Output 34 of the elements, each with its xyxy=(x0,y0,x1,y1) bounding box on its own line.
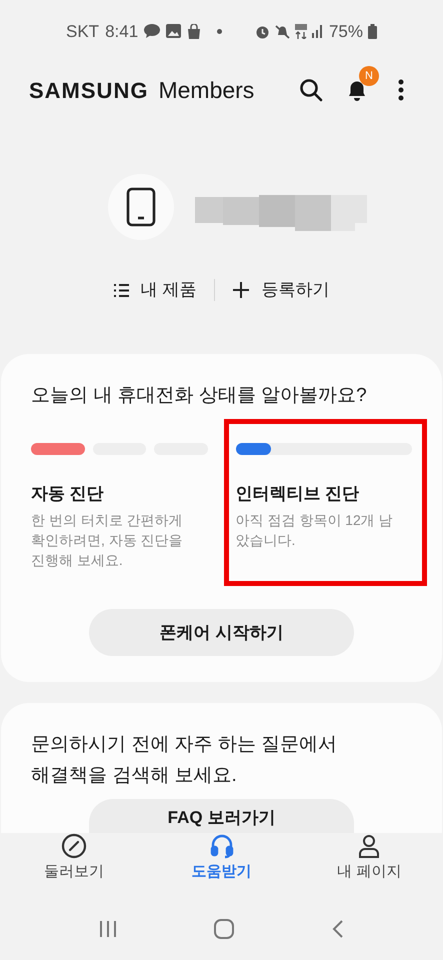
dot-icon xyxy=(217,28,222,34)
list-icon xyxy=(114,284,129,296)
image-icon xyxy=(166,24,182,38)
notification-badge: N xyxy=(359,66,379,86)
alarm-icon xyxy=(254,24,270,39)
mute-icon xyxy=(274,24,290,39)
register-button[interactable]: 등록하기 xyxy=(229,277,334,303)
faq-text: 문의하시기 전에 자주 하는 질문에서 해결책을 검색해 보세요. xyxy=(31,733,338,788)
phone-icon xyxy=(126,187,156,227)
time-text: 8:41 xyxy=(105,20,138,42)
recent-apps-icon[interactable] xyxy=(98,920,117,938)
my-products-button[interactable]: 내 제품 xyxy=(110,277,200,303)
battery-icon xyxy=(368,24,377,39)
app-title: Members xyxy=(158,76,254,105)
signal-icon xyxy=(312,24,324,38)
diagnosis-title: 자동 진단 xyxy=(31,482,105,504)
diagnosis-description: 아직 점검 항목이 12개 남았습니다. xyxy=(236,511,394,550)
battery-text: 75% xyxy=(328,20,363,42)
brand-logo: SAMSUNG xyxy=(29,76,148,104)
diagnosis-title: 인터렉티브 진단 xyxy=(236,482,360,504)
chat-bubble-icon xyxy=(144,24,160,38)
more-icon xyxy=(398,79,404,101)
back-icon[interactable] xyxy=(332,920,344,938)
card-question: 오늘의 내 휴대전화 상태를 알아볼까요? xyxy=(31,384,368,408)
diagnosis-description: 한 번의 터치로 간편하게 확인하려면, 자동 진단을 진행해 보세요. xyxy=(31,511,184,570)
plus-icon xyxy=(233,282,250,298)
home-icon[interactable] xyxy=(214,918,234,938)
headset-icon xyxy=(208,833,234,859)
carrier-text: SKT xyxy=(66,20,100,42)
compass-icon xyxy=(60,833,87,859)
search-icon xyxy=(299,78,323,102)
shopping-bag-icon xyxy=(187,24,202,39)
start-phone-care-button[interactable]: 폰케어 시작하기 xyxy=(89,609,354,656)
network-icon xyxy=(294,24,307,39)
